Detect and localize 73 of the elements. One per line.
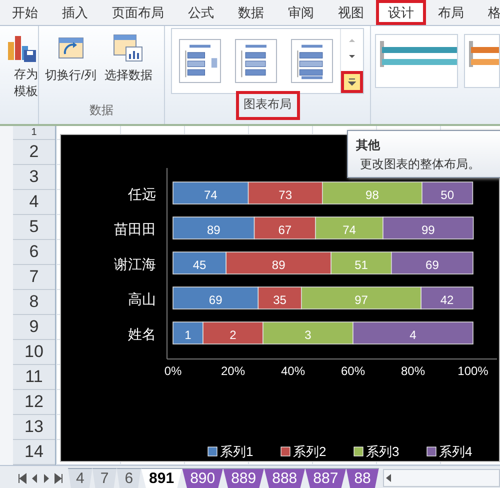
row-header[interactable]: 3	[13, 165, 55, 190]
data-label: 35	[273, 293, 286, 307]
ribbon-tab[interactable]: 开始	[0, 0, 50, 25]
data-label: 99	[421, 223, 435, 237]
data-label: 42	[440, 293, 454, 307]
category-label: 任远	[128, 186, 156, 202]
row-header[interactable]: 4	[13, 190, 55, 215]
tick-label: 80%	[400, 364, 426, 378]
ribbon-tab[interactable]: 页面布局	[100, 0, 176, 25]
sheet-tab[interactable]: 889	[223, 468, 264, 488]
legend-label: 系列1	[220, 444, 254, 459]
sheet-tab[interactable]: 6	[116, 468, 142, 488]
data-label: 51	[354, 258, 368, 272]
ribbon-tab[interactable]: 布局	[426, 0, 476, 25]
row-header[interactable]: 6	[13, 240, 55, 265]
sheet-tab[interactable]: 88	[346, 468, 379, 488]
legend-label: 系列4	[439, 444, 472, 459]
data-label: 69	[426, 258, 439, 272]
ribbon-tab[interactable]: 审阅	[276, 0, 326, 25]
row-header[interactable]: 13	[13, 415, 55, 440]
data-label: 97	[354, 293, 368, 307]
tick-label: 0%	[164, 364, 182, 378]
data-label: 50	[440, 188, 454, 202]
ribbon-tab[interactable]: 设计	[376, 0, 426, 25]
switch-row-column-button[interactable]: 切换行/列	[43, 32, 98, 84]
data-label: 1	[184, 328, 192, 342]
data-label: 45	[192, 258, 206, 272]
sheet-tab[interactable]: 890	[182, 468, 224, 488]
category-label: 苗田田	[114, 221, 156, 237]
row-header[interactable]: 7	[13, 265, 55, 290]
row-header[interactable]: 12	[13, 390, 55, 415]
save-template-label[interactable]: 存为 模板	[14, 66, 38, 100]
ribbon-tab[interactable]: 数据	[226, 0, 276, 25]
row-header[interactable]: 10	[13, 340, 55, 365]
tick-label: 60%	[340, 364, 366, 378]
category-label: 谢江海	[114, 256, 156, 272]
row-header[interactable]: 11	[13, 365, 55, 390]
row-header[interactable]: 2	[13, 140, 55, 165]
tick-label: 100%	[458, 364, 488, 378]
row-header[interactable]: 1	[13, 126, 55, 140]
category-label: 高山	[128, 291, 156, 307]
sheet-tab[interactable]: 4	[68, 468, 92, 488]
data-label: 69	[208, 293, 222, 307]
group-label: 图表布局	[238, 94, 296, 117]
ribbon-tab[interactable]: 插入	[50, 0, 100, 25]
data-label: 98	[366, 188, 379, 202]
tick-label: 40%	[280, 364, 306, 378]
data-label: 89	[206, 223, 220, 237]
sheet-tab[interactable]: 891	[141, 468, 182, 488]
row-header[interactable]: 5	[13, 215, 55, 240]
data-label: 2	[230, 328, 236, 342]
select-data-button[interactable]: 选择数据	[102, 32, 154, 84]
sheet-tab[interactable]: 888	[264, 468, 306, 488]
legend-label: 系列2	[293, 444, 326, 459]
data-label: 67	[278, 223, 292, 237]
tooltip-title: 其他	[356, 137, 380, 154]
ribbon-tab[interactable]: 视图	[326, 0, 376, 25]
row-header[interactable]: 9	[13, 315, 55, 340]
tick-label: 20%	[220, 364, 246, 378]
data-label: 74	[342, 223, 356, 237]
data-label: 4	[410, 328, 416, 342]
row-header[interactable]: 8	[13, 290, 55, 315]
sheet-tab[interactable]: 7	[92, 468, 117, 488]
legend-label: 系列3	[366, 444, 400, 459]
data-label: 3	[304, 328, 312, 342]
data-label: 89	[272, 258, 286, 272]
data-label: 73	[278, 188, 292, 202]
ribbon-tab[interactable]: 公式	[176, 0, 226, 25]
data-label: 74	[204, 188, 218, 202]
category-label: 姓名	[128, 326, 156, 342]
sheet-tab[interactable]: 887	[305, 468, 346, 488]
group-label: 数据	[90, 102, 114, 119]
tooltip-text: 更改图表的整体布局。	[360, 156, 480, 173]
